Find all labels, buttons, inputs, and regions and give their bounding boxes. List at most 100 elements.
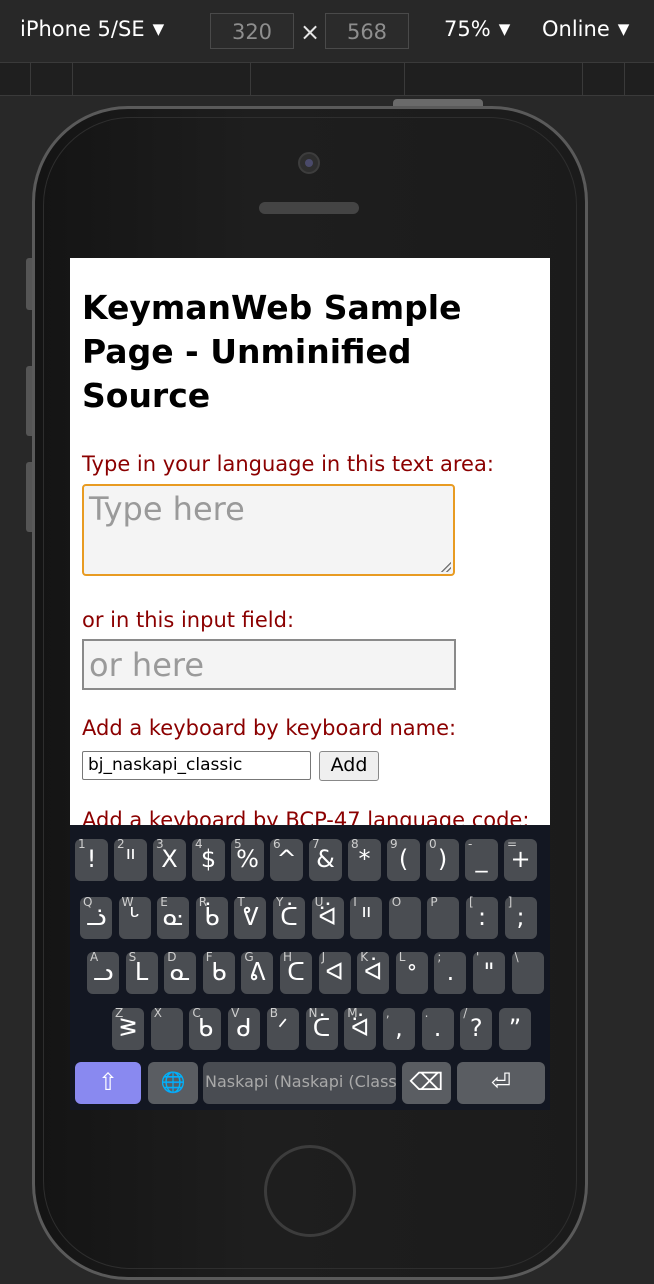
osk-key[interactable]: .. <box>421 1006 454 1050</box>
osk-key[interactable]: 4 $ <box>192 837 225 881</box>
osk-key[interactable]: Gᕕ <box>241 950 274 994</box>
key-char: . <box>433 1014 442 1042</box>
zoom-value: 75% <box>444 17 491 41</box>
device-selector[interactable]: iPhone 5/SE ▼ <box>20 17 164 41</box>
device-toolbar: iPhone 5/SE ▼ 320 × 568 75% ▼ Online ▼ <box>0 0 654 62</box>
chevron-down-icon: ▼ <box>617 20 630 38</box>
key-char: ! <box>86 845 97 873</box>
backspace-key[interactable]: ⌫ <box>402 1062 451 1104</box>
key-char: ) <box>437 845 448 873</box>
key-char: , <box>395 1014 403 1042</box>
osk-key[interactable]: ” <box>499 1008 531 1050</box>
key-char: ᓗ <box>92 958 114 986</box>
textarea-placeholder: Type here <box>89 490 245 528</box>
osk-key[interactable]: 1! <box>75 837 108 881</box>
osk-key[interactable]: ]; <box>504 895 537 939</box>
zoom-selector[interactable]: 75% ▼ <box>444 17 510 41</box>
key-char: ᓘ <box>85 903 107 931</box>
osk-key[interactable]: Kᐋ <box>357 950 390 994</box>
key-hint: P <box>430 895 438 909</box>
osk-key[interactable]: Mᐛ <box>344 1006 377 1050</box>
osk-key[interactable]: Yᑖ <box>273 895 305 939</box>
times-icon: × <box>300 18 321 46</box>
keyboard-name-input[interactable]: bj_naskapi_classic <box>82 751 311 780</box>
key-char: ᑖ <box>312 1014 331 1042</box>
osk-key[interactable]: 8 * <box>348 837 381 881</box>
osk-key[interactable]: Rᑳ <box>195 895 228 939</box>
key-char: ” <box>508 1014 522 1042</box>
osk-key[interactable]: O <box>388 895 421 939</box>
width-input[interactable]: 320 <box>210 13 294 49</box>
osk-key[interactable]: Qᓘ <box>80 895 112 939</box>
home-button <box>264 1145 356 1237</box>
add-keyboard-button[interactable]: Add <box>319 751 379 781</box>
key-char: % <box>236 845 259 873</box>
key-char: ; <box>516 903 525 931</box>
key-char: ᑯ <box>236 1014 252 1042</box>
key-char: : <box>477 903 487 931</box>
key-char: & <box>316 845 335 873</box>
text-area[interactable]: Type here <box>82 484 455 576</box>
add-keyboard-name-label: Add a keyboard by keyboard name: <box>82 716 457 740</box>
key-char: ᐛ <box>318 903 337 931</box>
osk-key[interactable]: 9( <box>387 837 420 881</box>
key-char: ᐤ <box>407 958 417 986</box>
key-char: " <box>483 958 495 986</box>
osk-key[interactable]: Iᐦ <box>350 895 383 939</box>
key-char: $ <box>200 845 217 873</box>
osk-key[interactable]: - _ <box>465 837 498 881</box>
enter-key[interactable]: ⏎ <box>457 1062 545 1104</box>
osk-key[interactable]: X <box>150 1006 183 1050</box>
key-char: ᓌ <box>162 903 184 931</box>
osk-key[interactable]: Jᐊ <box>318 950 351 994</box>
osk-key[interactable]: Fᑲ <box>202 950 235 994</box>
osk-key[interactable]: Wᒡ <box>118 895 151 939</box>
osk-key[interactable]: Dᓇ <box>164 950 197 994</box>
osk-key[interactable]: /? <box>460 1006 493 1050</box>
osk-key[interactable]: = + <box>504 837 537 881</box>
resize-grip-icon[interactable] <box>441 562 451 572</box>
space-key[interactable]: Naskapi (Naskapi (Classic)) <box>203 1062 396 1104</box>
osk-key[interactable]: Cᑲ <box>189 1006 222 1050</box>
key-char: ( <box>398 845 409 873</box>
osk-key[interactable]: Lᐤ <box>395 950 428 994</box>
height-input[interactable]: 568 <box>325 13 409 49</box>
key-char: ᑖ <box>280 903 298 931</box>
osk-key[interactable]: Aᓗ <box>87 950 119 994</box>
key-char: ᒪ <box>134 958 149 986</box>
shift-key[interactable]: ⇧ <box>75 1062 141 1104</box>
osk-key[interactable]: Vᑯ <box>228 1006 261 1050</box>
osk-key[interactable]: Tᕓ <box>234 895 267 939</box>
osk-key[interactable]: 0) <box>426 837 459 881</box>
osk-key[interactable]: Sᒪ <box>125 950 158 994</box>
chevron-down-icon: ▼ <box>498 20 511 38</box>
osk-key[interactable]: 2ᐦ <box>114 837 147 881</box>
osk-key[interactable]: Hᑕ <box>280 950 312 994</box>
osk-key[interactable]: Bᐟ <box>266 1006 299 1050</box>
key-hint: X <box>153 1006 162 1020</box>
osk-key[interactable]: P <box>427 895 460 939</box>
osk-key[interactable]: 3X <box>153 837 186 881</box>
osk-key[interactable]: 5% <box>231 837 264 881</box>
osk-key[interactable]: ' " <box>473 950 505 994</box>
key-char: ᕒ <box>119 1014 137 1042</box>
osk-key[interactable]: Nᑖ <box>305 1006 338 1050</box>
osk-key[interactable]: Eᓌ <box>157 895 190 939</box>
input-label: or in this input field: <box>82 608 295 632</box>
text-input[interactable]: or here <box>82 639 456 690</box>
osk-key[interactable]: Uᐛ <box>311 895 344 939</box>
osk-key[interactable]: ;. <box>434 950 467 994</box>
osk-key[interactable]: \ <box>511 950 544 994</box>
network-selector[interactable]: Online ▼ <box>542 17 629 41</box>
osk-key[interactable]: [: <box>466 895 498 939</box>
globe-key[interactable]: 🌐 <box>148 1062 198 1104</box>
osk-key[interactable]: 7 & <box>309 837 342 881</box>
key-hint: O <box>391 895 402 909</box>
osk-key[interactable]: 6 ^ <box>270 837 303 881</box>
speaker-grille <box>259 202 359 214</box>
key-char: ? <box>469 1014 483 1042</box>
osk-key[interactable]: ,, <box>382 1006 415 1050</box>
osk-key[interactable]: Zᕒ <box>112 1006 144 1050</box>
key-char: ᐦ <box>361 903 371 931</box>
key-char: ᑲ <box>197 1014 213 1042</box>
